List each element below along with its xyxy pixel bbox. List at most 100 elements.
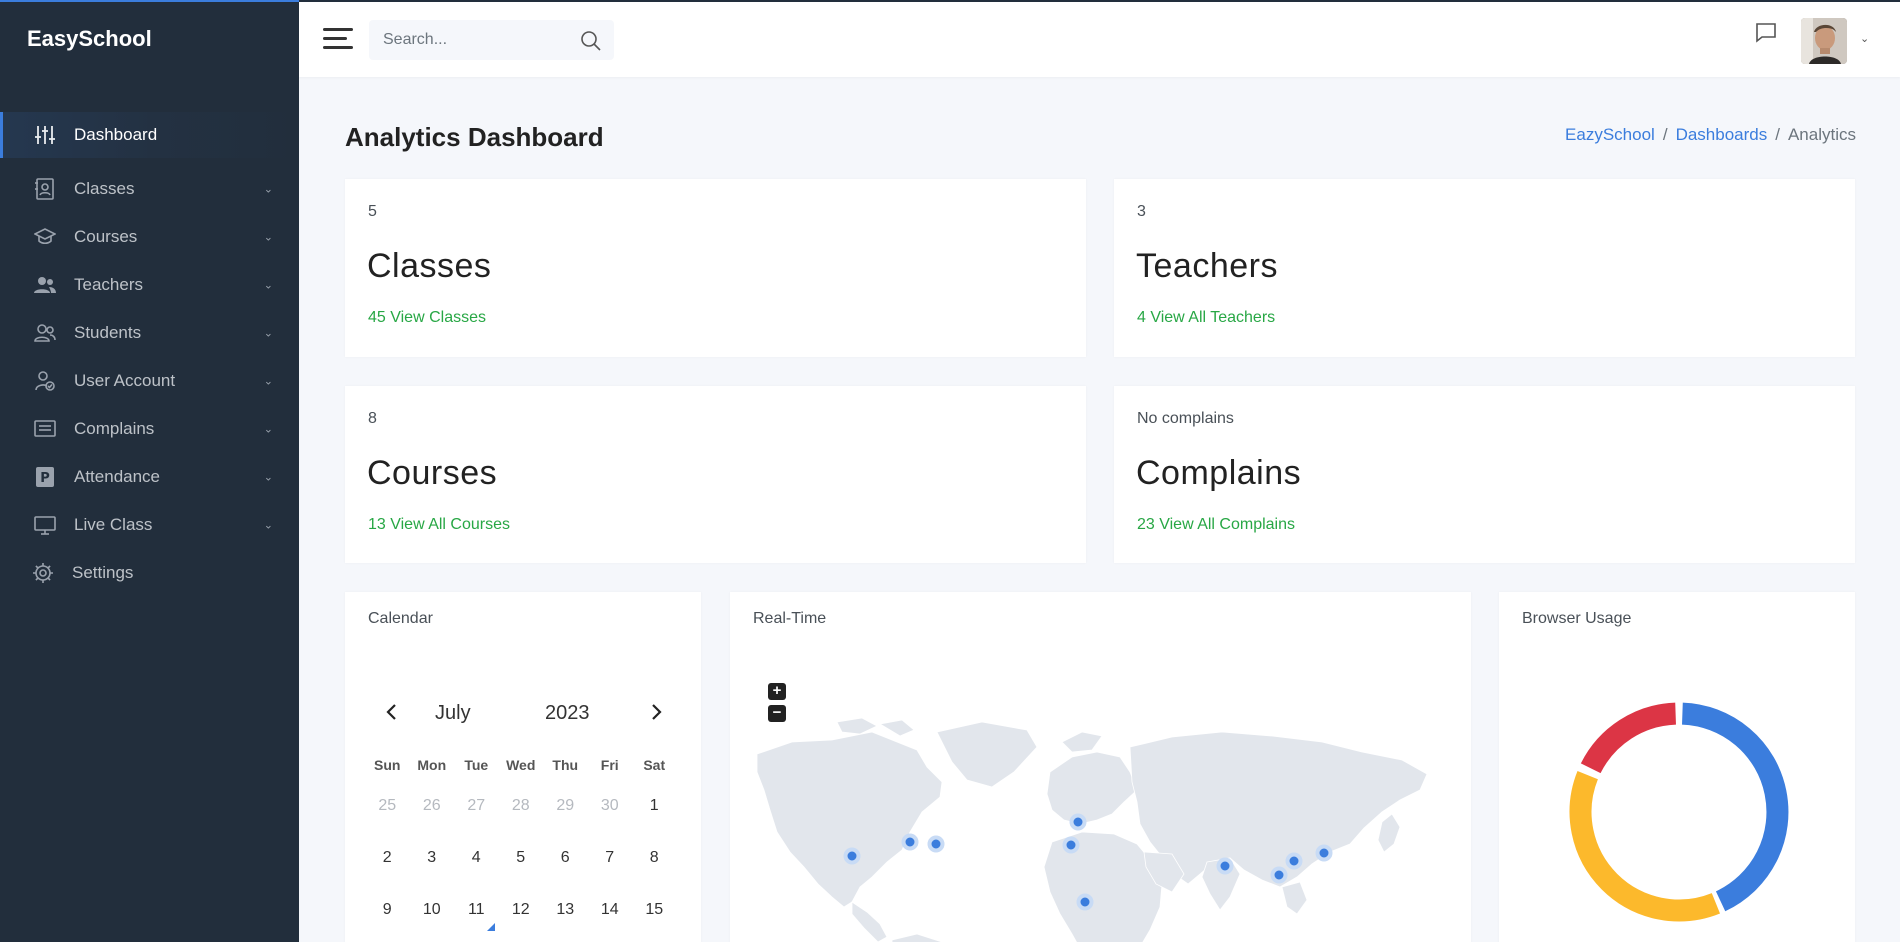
message-square-icon[interactable]: [1755, 22, 1777, 44]
sidebar-item-label: Live Class: [74, 515, 153, 534]
parking-p-icon: P: [34, 466, 56, 488]
weekday-label: Tue: [464, 757, 489, 773]
calendar-day[interactable]: 8: [632, 849, 677, 867]
sidebar-item-settings[interactable]: Settings: [0, 549, 299, 597]
view-complains-link[interactable]: 23 View All Complains: [1137, 516, 1295, 534]
calendar-day[interactable]: 14: [588, 901, 633, 919]
donut-slice-blue: [1681, 702, 1789, 912]
breadcrumb-link-home[interactable]: EazySchool: [1565, 125, 1655, 144]
complains-count: No complains: [1137, 410, 1234, 427]
calendar-day[interactable]: 13: [543, 901, 588, 919]
calendar-day[interactable]: 2: [365, 849, 410, 867]
sidebar-item-classes[interactable]: Classes ⌄: [0, 165, 299, 213]
view-courses-link[interactable]: 13 View All Courses: [368, 516, 510, 534]
search-input[interactable]: [369, 31, 569, 49]
complains-title: Complains: [1136, 454, 1302, 492]
calendar-day[interactable]: 6: [543, 849, 588, 867]
calendar-day[interactable]: 29: [543, 797, 588, 815]
view-teachers-link[interactable]: 4 View All Teachers: [1137, 309, 1275, 327]
prev-month-icon[interactable]: [385, 702, 399, 728]
next-month-icon[interactable]: [649, 702, 663, 728]
calendar-day[interactable]: 28: [499, 797, 544, 815]
calendar-month[interactable]: July: [435, 702, 471, 725]
users-icon: [34, 274, 56, 296]
calendar-day[interactable]: 9: [365, 901, 410, 919]
sidebar-item-label: Dashboard: [74, 125, 158, 144]
browser-usage-card: Browser Usage: [1499, 592, 1855, 942]
donut-slice-yellow: [1569, 770, 1721, 922]
sidebar-item-complains[interactable]: Complains ⌄: [0, 405, 299, 453]
calendar-grid: Sun Mon Tue Wed Thu Fri Sat 25 26 27 28 …: [365, 750, 677, 936]
sidebar-item-user-account[interactable]: User Account ⌄: [0, 357, 299, 405]
avatar[interactable]: [1801, 18, 1847, 64]
today-marker-icon: [486, 923, 495, 931]
calendar-day[interactable]: 25: [365, 797, 410, 815]
sidebar-item-live-class[interactable]: Live Class ⌄: [0, 501, 299, 549]
search-box: [369, 20, 614, 60]
calendar-day[interactable]: 3: [410, 849, 455, 867]
contacts-book-icon: [34, 178, 56, 200]
chevron-down-icon: ⌄: [263, 471, 273, 484]
sidebar-item-label: User Account: [74, 371, 176, 390]
sidebar-item-teachers[interactable]: Teachers ⌄: [0, 261, 299, 309]
calendar-day[interactable]: 15: [632, 901, 677, 919]
calendar-year[interactable]: 2023: [545, 702, 590, 725]
calendar-weekday-row: Sun Mon Tue Wed Thu Fri Sat: [365, 750, 677, 780]
weekday-label: Fri: [600, 757, 619, 773]
teachers-count: 3: [1137, 203, 1146, 220]
calendar-day[interactable]: 4: [454, 849, 499, 867]
sidebar-item-dashboard[interactable]: Dashboard: [0, 112, 299, 158]
people-icon: [34, 322, 56, 344]
breadcrumb-link-dashboards[interactable]: Dashboards: [1676, 125, 1768, 144]
calendar-day[interactable]: 10: [410, 901, 455, 919]
calendar-day[interactable]: 5: [499, 849, 544, 867]
sliders-icon: [34, 124, 56, 146]
view-classes-link[interactable]: 45 View Classes: [368, 309, 486, 327]
browser-usage-donut-chart[interactable]: [1559, 692, 1799, 932]
calendar-title: Calendar: [368, 610, 433, 627]
sidebar-item-label: Courses: [74, 227, 138, 246]
calendar-day[interactable]: 7: [588, 849, 633, 867]
calendar-day[interactable]: 26: [410, 797, 455, 815]
graduation-cap-icon: [34, 226, 56, 248]
sidebar-item-label: Complains: [74, 419, 155, 438]
world-map[interactable]: [752, 702, 1452, 942]
search-icon[interactable]: [580, 30, 602, 52]
courses-count: 8: [368, 410, 377, 427]
sidebar-item-attendance[interactable]: P Attendance ⌄: [0, 453, 299, 501]
classes-title: Classes: [367, 247, 492, 285]
breadcrumb: EazySchool / Dashboards / Analytics: [1565, 125, 1856, 144]
sidebar-item-courses[interactable]: Courses ⌄: [0, 213, 299, 261]
message-box-icon: [34, 418, 56, 440]
weekday-label: Sun: [374, 757, 401, 773]
calendar-day[interactable]: 1: [632, 797, 677, 815]
sidebar-item-label: Students: [74, 323, 142, 342]
chevron-down-icon: ⌄: [263, 279, 273, 292]
calendar-day-today[interactable]: 11: [454, 901, 499, 931]
teachers-card: 3 Teachers 4 View All Teachers: [1114, 179, 1855, 357]
teachers-title: Teachers: [1136, 247, 1278, 285]
realtime-card: Real-Time + −: [730, 592, 1471, 942]
realtime-title: Real-Time: [753, 610, 827, 627]
sidebar-item-label: Classes: [74, 179, 135, 198]
chevron-down-icon[interactable]: ⌄: [1860, 32, 1869, 45]
gear-icon: [32, 562, 54, 584]
sidebar-item-label: Settings: [72, 563, 134, 582]
chevron-down-icon: ⌄: [263, 519, 273, 532]
calendar-day[interactable]: 12: [499, 901, 544, 919]
courses-card: 8 Courses 13 View All Courses: [345, 386, 1086, 563]
classes-count: 5: [368, 203, 377, 220]
chevron-down-icon: ⌄: [263, 183, 273, 196]
chevron-down-icon: ⌄: [263, 231, 273, 244]
brand-logo[interactable]: EasySchool: [27, 26, 152, 52]
calendar-day[interactable]: 30: [588, 797, 633, 815]
weekday-label: Wed: [506, 757, 536, 773]
hamburger-menu-icon[interactable]: [323, 28, 353, 50]
sidebar: EasySchool Dashboard Classes ⌄ Courses ⌄: [0, 0, 299, 942]
zoom-in-button[interactable]: +: [768, 683, 786, 700]
calendar-day[interactable]: 27: [454, 797, 499, 815]
sidebar-item-students[interactable]: Students ⌄: [0, 309, 299, 357]
top-header: ⌄: [299, 0, 1900, 77]
weekday-label: Thu: [552, 757, 579, 773]
classes-card: 5 Classes 45 View Classes: [345, 179, 1086, 357]
